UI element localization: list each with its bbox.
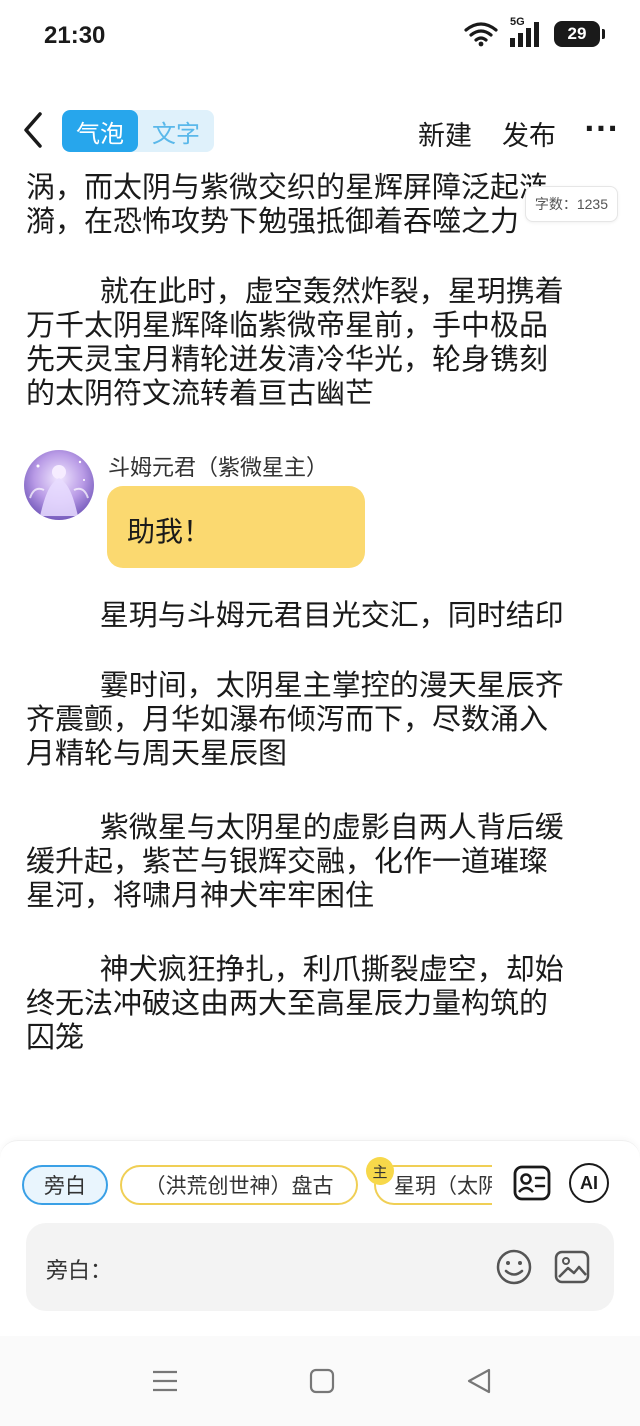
- character-card-button[interactable]: [510, 1161, 554, 1205]
- paragraph: 神犬疯狂挣扎，利爪撕裂虚空，却始 终无法冲破这由两大至高星辰力量构筑的 囚笼: [26, 952, 564, 1054]
- role-chip-narration[interactable]: 旁白: [22, 1165, 108, 1205]
- system-back-button[interactable]: [464, 1366, 494, 1396]
- speaker-avatar[interactable]: [24, 450, 94, 520]
- home-square-icon: [309, 1368, 335, 1394]
- composer: 旁白 （洪荒创世神）盘古 星玥（太阴 主 AI 旁白：: [0, 1140, 640, 1336]
- battery-icon: 29: [554, 21, 605, 47]
- role-chip-pangu[interactable]: （洪荒创世神）盘古: [120, 1165, 358, 1205]
- ai-button[interactable]: AI: [567, 1161, 611, 1205]
- paragraph: 霎时间，太阴星主掌控的漫天星辰齐 齐震颤，月华如瀑布倾泻而下，尽数涌入 月精轮与…: [26, 668, 564, 770]
- signal-icon: 5G: [508, 16, 544, 48]
- new-button[interactable]: 新建: [418, 114, 472, 153]
- emoji-icon: [496, 1249, 532, 1285]
- speaker-name: 斗姆元君（紫微星主）: [108, 456, 329, 481]
- ai-icon: AI: [569, 1163, 609, 1203]
- editor-header: 气泡 文字 新建 发布 ···: [0, 96, 640, 168]
- wifi-icon: [464, 21, 498, 47]
- image-button[interactable]: [552, 1247, 592, 1287]
- network-type: 5G: [510, 16, 525, 28]
- recent-apps-button[interactable]: [150, 1366, 180, 1396]
- paragraph: 紫微星与太阴星的虚影自两人背后缓 缓升起，紫芒与银辉交融，化作一道璀璨 星河，将…: [26, 810, 564, 912]
- story-content[interactable]: 涡，而太阴与紫微交织的星辉屏障泛起涟 漪，在恐怖攻势下勉强抵御着吞噬之力 字数：…: [0, 168, 640, 1140]
- paragraph: 就在此时，虚空轰然炸裂，星玥携着 万千太阴星辉降临紫微帝星前，手中极品 先天灵宝…: [26, 274, 564, 410]
- chevron-left-icon: [24, 112, 42, 148]
- word-count-badge: 字数：1235: [524, 186, 618, 222]
- input-role-label: 旁白：: [46, 1259, 113, 1284]
- publish-button[interactable]: 发布: [502, 114, 556, 153]
- tab-text[interactable]: 文字: [138, 110, 214, 152]
- paragraph: 涡，而太阴与紫微交织的星辉屏障泛起涟 漪，在恐怖攻势下勉强抵御着吞噬之力: [26, 170, 549, 238]
- avatar-figure-icon: [29, 460, 89, 516]
- back-button[interactable]: [18, 110, 48, 150]
- mode-toggle: 气泡 文字: [62, 110, 214, 152]
- dialogue-bubble[interactable]: 助我！: [107, 486, 365, 568]
- more-menu-icon[interactable]: ···: [584, 112, 619, 145]
- home-button[interactable]: [307, 1366, 337, 1396]
- status-bar: 21:30 5G 29: [0, 0, 640, 72]
- tab-bubble[interactable]: 气泡: [62, 110, 138, 152]
- status-time: 21:30: [44, 22, 106, 49]
- image-icon: [554, 1250, 590, 1284]
- paragraph: 星玥与斗姆元君目光交汇，同时结印: [26, 598, 564, 632]
- emoji-button[interactable]: [494, 1247, 534, 1287]
- menu-icon: [153, 1370, 177, 1392]
- status-icons: 5G 29: [464, 16, 605, 48]
- main-role-badge: 主: [366, 1157, 394, 1185]
- system-nav-bar: [0, 1336, 640, 1426]
- back-triangle-icon: [467, 1368, 491, 1394]
- message-input[interactable]: 旁白：: [26, 1223, 614, 1311]
- contact-card-icon: [513, 1165, 551, 1201]
